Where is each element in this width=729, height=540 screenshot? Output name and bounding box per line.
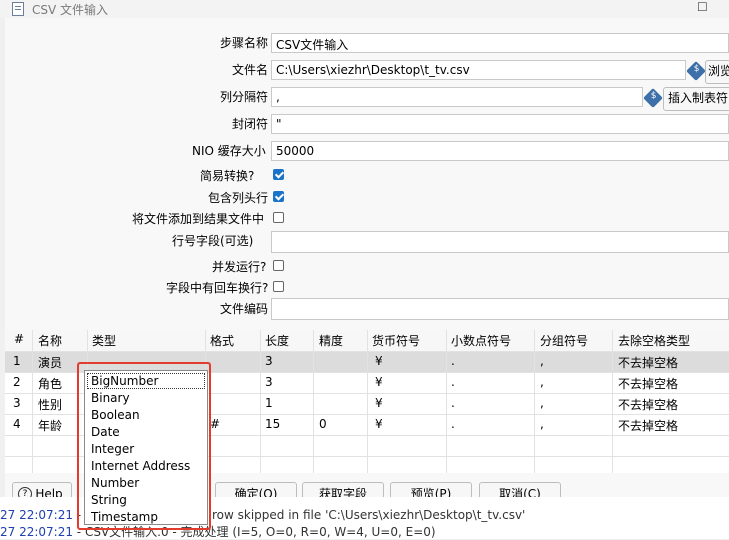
log-timestamp: 27 22:07:21 (0, 508, 73, 522)
nio-buffer-input[interactable]: 50000 (271, 141, 729, 161)
enclosure-label: 封闭符 (232, 117, 269, 131)
field-format[interactable]: # (210, 417, 220, 431)
field-currency[interactable]: ¥ (375, 417, 383, 431)
nio-buffer-label: NIO 缓存大小 (192, 144, 266, 158)
field-trim[interactable]: 不去掉空格 (618, 375, 678, 392)
parallel-label: 并发运行? (212, 260, 267, 274)
field-currency[interactable]: ¥ (375, 396, 383, 410)
field-name[interactable]: 角色 (38, 375, 62, 392)
field-group[interactable]: , (540, 417, 544, 431)
browse-button[interactable]: 浏览 (705, 60, 729, 84)
newline-checkbox[interactable] (273, 281, 284, 292)
column-header[interactable]: 格式 (210, 332, 234, 349)
field-currency[interactable]: ¥ (375, 354, 383, 368)
field-length[interactable]: 15 (265, 417, 280, 431)
field-decimal[interactable]: . (451, 375, 455, 389)
column-divider (367, 330, 368, 473)
column-header[interactable]: 去除空格类型 (618, 332, 690, 349)
column-divider (260, 330, 261, 473)
enclosure-input[interactable]: " (271, 114, 729, 134)
step-name-label: 步骤名称 (220, 36, 269, 50)
highlight-box (77, 362, 211, 530)
add-to-result-checkbox[interactable] (273, 212, 284, 223)
field-name[interactable]: 年龄 (38, 417, 62, 434)
field-group[interactable]: , (540, 375, 544, 389)
field-group[interactable]: , (540, 354, 544, 368)
column-header[interactable]: 类型 (92, 332, 116, 349)
delimiter-label: 列分隔符 (220, 90, 269, 104)
field-length[interactable]: 1 (265, 396, 273, 410)
row-number: 2 (13, 375, 21, 389)
add-to-result-label: 将文件添加到结果文件中 (132, 212, 265, 226)
column-header[interactable]: # (14, 332, 24, 346)
filename-input[interactable]: C:\Users\xiezhr\Desktop\t_tv.csv (271, 60, 686, 80)
field-decimal[interactable]: . (451, 354, 455, 368)
field-decimal[interactable]: . (451, 396, 455, 410)
filename-label: 文件名 (232, 63, 269, 77)
insert-tab-button[interactable]: 插入制表符 (663, 87, 729, 111)
rownum-field-input[interactable] (271, 231, 729, 253)
field-group[interactable]: , (540, 396, 544, 410)
step-name-input[interactable]: CSV文件输入 (271, 33, 729, 53)
rownum-field-label: 行号字段(可选) (172, 234, 254, 248)
lazy-conversion-checkbox[interactable] (273, 169, 284, 180)
field-name[interactable]: 演员 (38, 354, 62, 371)
field-precision[interactable]: 0 (319, 417, 327, 431)
field-trim[interactable]: 不去掉空格 (618, 396, 678, 413)
document-icon (12, 2, 24, 16)
field-name[interactable]: 性别 (38, 396, 62, 413)
row-number: 3 (13, 396, 21, 410)
lazy-conversion-label: 简易转换? (200, 169, 255, 183)
log-line: 27 22:07:21 - CSV文件输入.0 - 完成处理 (I=5, O=0… (0, 523, 436, 540)
parallel-checkbox[interactable] (273, 260, 284, 271)
field-length[interactable]: 3 (265, 354, 273, 368)
column-header[interactable]: 分组符号 (540, 332, 588, 349)
column-header[interactable]: 货币符号 (372, 332, 420, 349)
header-row-label: 包含列头行 (208, 191, 269, 205)
row-number: 1 (13, 354, 21, 368)
field-currency[interactable]: ¥ (375, 375, 383, 389)
column-header[interactable]: 精度 (319, 332, 343, 349)
column-divider (313, 330, 314, 473)
maximize-icon[interactable]: ☐ (697, 0, 708, 14)
log-timestamp: 27 22:07:21 (0, 525, 73, 539)
field-length[interactable]: 3 (265, 375, 273, 389)
column-divider (612, 330, 613, 473)
column-divider (534, 330, 535, 473)
field-trim[interactable]: 不去掉空格 (618, 417, 678, 434)
log-line-tail: row skipped in file 'C:\Users\xiezhr\Des… (212, 508, 526, 522)
encoding-input[interactable] (271, 298, 729, 320)
column-divider (32, 330, 33, 473)
column-header[interactable]: 长度 (265, 332, 289, 349)
title-bar: CSV 文件输入 ☐ (0, 0, 729, 18)
column-header[interactable]: 小数点符号 (451, 332, 511, 349)
newline-label: 字段中有回车换行? (166, 281, 269, 295)
header-row-checkbox[interactable] (273, 191, 284, 202)
column-header[interactable]: 名称 (38, 332, 62, 349)
row-number: 4 (13, 417, 21, 431)
delimiter-input[interactable]: , (271, 87, 643, 107)
field-trim[interactable]: 不去掉空格 (618, 354, 678, 371)
encoding-label: 文件编码 (220, 302, 269, 316)
column-divider (446, 330, 447, 473)
window-title: CSV 文件输入 (32, 3, 109, 17)
field-decimal[interactable]: . (451, 417, 455, 431)
